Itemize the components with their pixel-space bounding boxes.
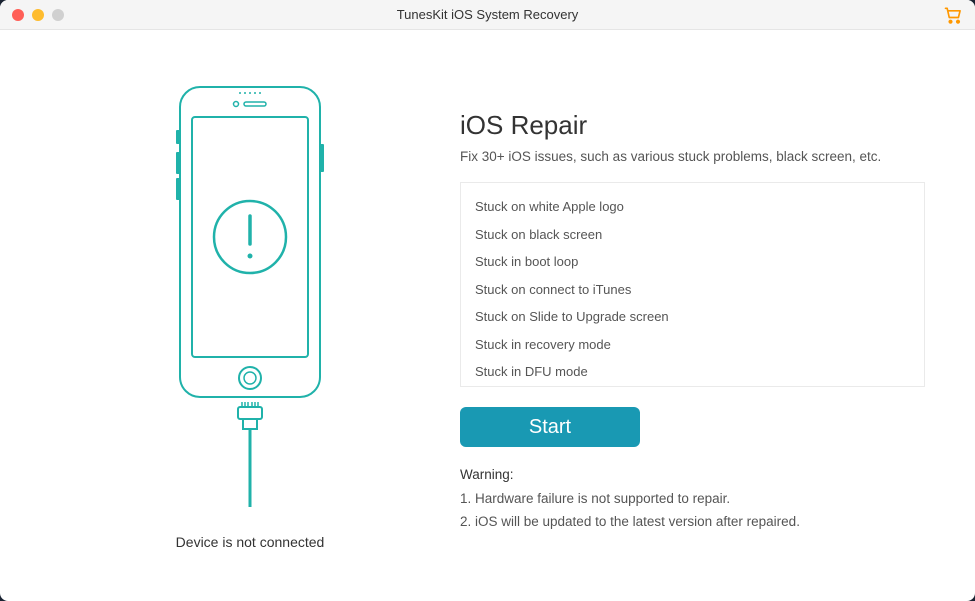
minimize-button[interactable] [32, 9, 44, 21]
main-content: Device is not connected iOS Repair Fix 3… [0, 30, 975, 601]
issue-item: Stuck on white Apple logo [475, 193, 910, 221]
issue-item: Stuck on black screen [475, 221, 910, 249]
window-title: TunesKit iOS System Recovery [0, 7, 975, 22]
app-window: TunesKit iOS System Recovery [0, 0, 975, 601]
warning-title: Warning: [460, 467, 925, 482]
warning-item: 2. iOS will be updated to the latest ver… [460, 511, 925, 534]
start-button[interactable]: Start [460, 407, 640, 447]
repair-panel: iOS Repair Fix 30+ iOS issues, such as v… [450, 60, 925, 571]
cart-icon[interactable] [943, 5, 963, 25]
issue-item: Stuck on Slide to Upgrade screen [475, 303, 910, 331]
issue-item: Stuck in boot loop [475, 248, 910, 276]
warning-item: 1. Hardware failure is not supported to … [460, 488, 925, 511]
repair-title: iOS Repair [460, 110, 925, 141]
issue-item: Stuck on connect to iTunes [475, 276, 910, 304]
maximize-button[interactable] [52, 9, 64, 21]
warnings-container: 1. Hardware failure is not supported to … [460, 488, 925, 534]
issue-item: Stuck in headphone mode [475, 386, 910, 388]
device-illustration [150, 82, 350, 522]
device-panel: Device is not connected [50, 60, 450, 571]
repair-subtitle: Fix 30+ iOS issues, such as various stuc… [460, 149, 925, 164]
issues-list[interactable]: Stuck on white Apple logoStuck on black … [460, 182, 925, 387]
close-button[interactable] [12, 9, 24, 21]
device-status-text: Device is not connected [176, 534, 325, 550]
issue-item: Stuck in recovery mode [475, 331, 910, 359]
issue-item: Stuck in DFU mode [475, 358, 910, 386]
titlebar: TunesKit iOS System Recovery [0, 0, 975, 30]
window-controls [12, 9, 64, 21]
